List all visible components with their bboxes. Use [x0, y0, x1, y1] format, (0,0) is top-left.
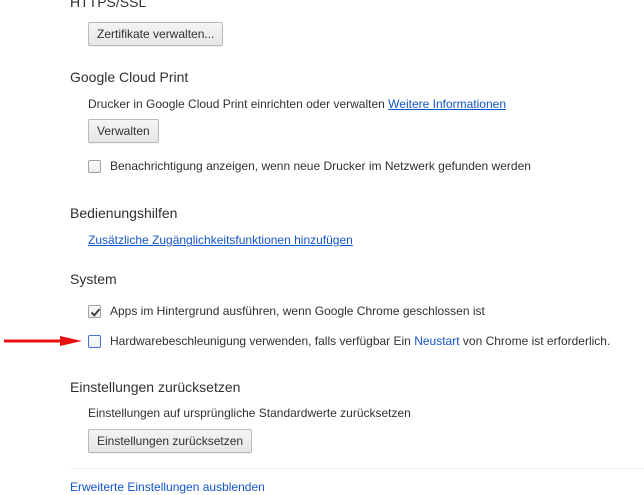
- reset-description: Einstellungen auf ursprüngliche Standard…: [88, 406, 411, 420]
- hardware-acceleration-label: Hardwarebeschleunigung verwenden, falls …: [110, 334, 391, 348]
- hardware-acceleration-row: Hardwarebeschleunigung verwenden, falls …: [110, 334, 610, 348]
- hide-advanced-settings-link[interactable]: Erweiterte Einstellungen ausblenden: [70, 480, 265, 494]
- printer-notification-checkbox[interactable]: [88, 160, 101, 173]
- more-info-link[interactable]: Weitere Informationen: [388, 97, 506, 111]
- cloud-print-description-text: Drucker in Google Cloud Print einrichten…: [88, 97, 385, 111]
- printer-notification-label: Benachrichtigung anzeigen, wenn neue Dru…: [110, 159, 531, 173]
- restart-notice-prefix: Ein: [393, 334, 411, 348]
- checkmark-icon: [90, 308, 101, 317]
- restart-notice-suffix: von Chrome ist erforderlich.: [462, 334, 611, 348]
- reset-settings-button[interactable]: Einstellungen zurücksetzen: [88, 429, 253, 453]
- cloud-print-description: Drucker in Google Cloud Print einrichten…: [88, 97, 506, 111]
- hardware-acceleration-checkbox[interactable]: [88, 335, 101, 348]
- reset-heading: Einstellungen zurücksetzen: [70, 379, 241, 395]
- annotation-arrow-icon: [4, 336, 82, 346]
- accessibility-heading: Bedienungshilfen: [70, 205, 178, 221]
- restart-link[interactable]: Neustart: [414, 334, 459, 348]
- footer-divider: [70, 468, 644, 469]
- https-ssl-heading: HTTPS/SSL: [70, 0, 147, 10]
- manage-printers-button[interactable]: Verwalten: [88, 119, 159, 143]
- add-accessibility-features-link[interactable]: Zusätzliche Zugänglichkeitsfunktionen hi…: [88, 233, 353, 247]
- manage-certificates-button[interactable]: Zertifikate verwalten...: [88, 22, 224, 46]
- background-apps-checkbox[interactable]: [88, 305, 101, 318]
- cloud-print-heading: Google Cloud Print: [70, 69, 189, 85]
- system-heading: System: [70, 271, 117, 287]
- background-apps-label: Apps im Hintergrund ausführen, wenn Goog…: [110, 304, 485, 318]
